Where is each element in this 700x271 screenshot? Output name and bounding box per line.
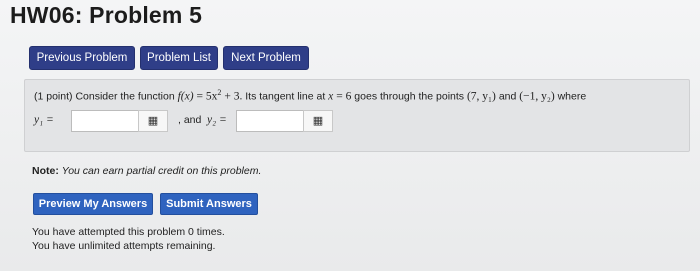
preview-answers-button[interactable]: Preview My Answers — [33, 193, 153, 215]
function-rhs-constant: + 3. — [224, 90, 243, 103]
function-rhs-term: 5x — [205, 90, 218, 103]
answer-row: y₁ = ▦ , and y₂ = ▦ — [34, 110, 674, 134]
submit-answers-button[interactable]: Submit Answers — [160, 193, 258, 215]
x-equals-sign: = — [336, 90, 343, 103]
problem-box: (1 point) Consider the function f(x) = 5… — [24, 79, 690, 152]
next-problem-button[interactable]: Next Problem — [223, 46, 309, 70]
partial-credit-note: Note: You can earn partial credit on thi… — [32, 165, 261, 177]
point-2: (−1, y₂) — [519, 90, 555, 103]
goes-through-text: goes through the points — [354, 90, 465, 103]
problem-statement: (1 point) Consider the function f(x) = 5… — [34, 88, 586, 103]
note-label: Note: — [32, 165, 59, 177]
y2-label: y₂ = — [207, 114, 227, 126]
y1-answer-input[interactable] — [71, 110, 139, 132]
tangent-text: Its tangent line at — [245, 90, 326, 103]
function-exponent: 2 — [217, 88, 222, 97]
note-text: You can earn partial credit on this prob… — [61, 165, 262, 177]
and-word: and — [498, 90, 517, 103]
attempts-remaining-text: You have unlimited attempts remaining. — [32, 240, 216, 252]
problem-intro: Consider the function — [75, 90, 175, 103]
matrix-entry-icon[interactable]: ▦ — [303, 110, 333, 132]
page-title: HW06: Problem 5 — [10, 2, 203, 28]
matrix-entry-icon[interactable]: ▦ — [138, 110, 168, 132]
previous-problem-button[interactable]: Previous Problem — [29, 46, 135, 70]
and-label: , and — [178, 114, 202, 126]
equals-sign: = — [196, 90, 204, 103]
points-label: (1 point) — [34, 90, 73, 103]
x-value: 6 — [345, 90, 352, 103]
y1-label: y₁ = — [34, 114, 54, 126]
point-1: (7, y₁) — [466, 90, 496, 103]
function-lhs: f(x) — [177, 90, 194, 103]
y2-answer-input[interactable] — [236, 110, 304, 132]
problem-list-button[interactable]: Problem List — [140, 46, 218, 70]
x-variable: x — [328, 90, 334, 103]
attempts-count-text: You have attempted this problem 0 times. — [32, 226, 225, 238]
where-word: where — [557, 90, 587, 103]
